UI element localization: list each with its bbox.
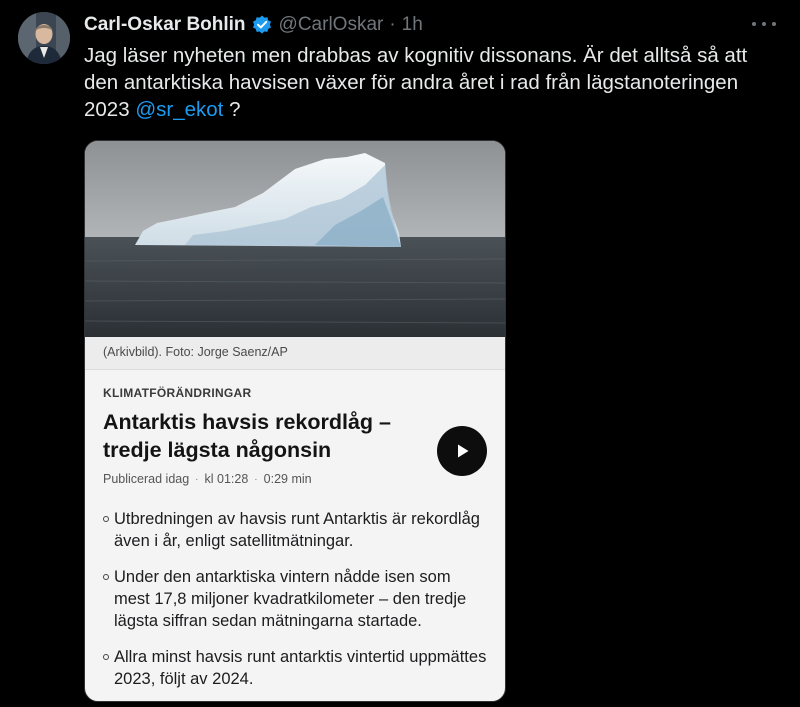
article-meta: Publicerad idag · kl 01:28 · 0:29 min	[103, 472, 487, 486]
avatar-photo	[18, 12, 70, 64]
bullet-icon	[103, 654, 114, 690]
list-item: Utbredningen av havsis runt Antarktis är…	[103, 508, 487, 552]
bullet-icon	[103, 516, 114, 552]
more-options-icon[interactable]	[752, 14, 776, 34]
published-time: kl 01:28	[204, 472, 249, 486]
bullet-icon	[103, 574, 114, 632]
audio-duration: 0:29 min	[263, 472, 312, 486]
tweet-text: Jag läser nyheten men drabbas av kogniti…	[84, 42, 774, 123]
meta-separator: ·	[254, 473, 258, 485]
avatar[interactable]	[18, 12, 70, 64]
play-icon	[458, 444, 469, 458]
published-label: Publicerad idag	[103, 472, 190, 486]
article-headline[interactable]: Antarktis havsis rekordlåg – tredje lägs…	[103, 408, 403, 464]
iceberg-photo	[85, 141, 505, 337]
author-name[interactable]: Carl-Oskar Bohlin	[84, 14, 246, 36]
verified-badge-icon	[251, 14, 273, 36]
author-handle[interactable]: @CarlOskar	[279, 14, 384, 36]
tweet-header: Carl-Oskar Bohlin @CarlOskar · 1h	[84, 12, 423, 38]
photo-caption: (Arkivbild). Foto: Jorge Saenz/AP	[85, 337, 505, 370]
mention-link[interactable]: @sr_ekot	[135, 98, 223, 121]
bullet-text: Utbredningen av havsis runt Antarktis är…	[114, 510, 480, 550]
article-category: KLIMATFÖRÄNDRINGAR	[103, 386, 252, 400]
summary-list: Utbredningen av havsis runt Antarktis är…	[103, 508, 487, 690]
list-item: Under den antarktiska vintern nådde isen…	[103, 566, 487, 632]
bullet-text: Under den antarktiska vintern nådde isen…	[114, 568, 467, 630]
play-button[interactable]	[437, 426, 487, 476]
tweet-text-end: ?	[229, 98, 241, 121]
tweet-time[interactable]: 1h	[402, 14, 423, 36]
list-item: Allra minst havsis runt antarktis vinter…	[103, 646, 487, 690]
bullet-text: Allra minst havsis runt antarktis vinter…	[114, 648, 487, 688]
header-separator: ·	[389, 14, 396, 35]
article-body: KLIMATFÖRÄNDRINGAR Antarktis havsis reko…	[85, 386, 505, 690]
meta-separator: ·	[195, 473, 199, 485]
link-card[interactable]: (Arkivbild). Foto: Jorge Saenz/AP KLIMAT…	[84, 140, 506, 702]
